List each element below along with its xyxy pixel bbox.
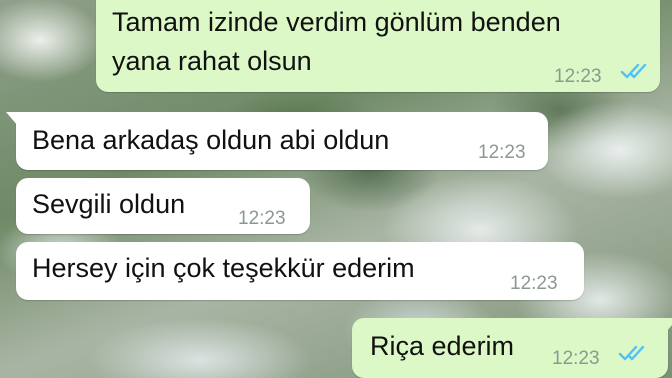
message-text: Hersey için çok teşekkür ederim (32, 253, 415, 283)
message-timestamp: 12:23 (554, 66, 602, 87)
message-bubble-incoming[interactable]: Hersey için çok teşekkür ederim 12:23 (16, 242, 584, 300)
message-bubble-outgoing[interactable]: Tamam izinde verdim gönlüm benden yana r… (96, 0, 660, 92)
message-text: Sevgili oldun (32, 189, 186, 219)
message-text: Bena arkadaş oldun abi oldun (32, 125, 390, 155)
double-check-icon (620, 63, 647, 79)
message-timestamp: 12:23 (238, 208, 286, 229)
double-check-icon (618, 345, 645, 361)
bubble-tail (666, 318, 672, 332)
message-text: yana rahat olsun (112, 46, 312, 76)
message-timestamp: 12:23 (478, 142, 526, 163)
bubble-tail (6, 112, 18, 126)
message-timestamp: 12:23 (552, 348, 600, 369)
message-bubble-incoming[interactable]: Sevgili oldun 12:23 (16, 178, 310, 234)
message-bubble-outgoing[interactable]: Riça ederim 12:23 (352, 318, 672, 378)
message-text: Riça ederim (370, 331, 515, 361)
message-bubble-incoming[interactable]: Bena arkadaş oldun abi oldun 12:23 (6, 112, 548, 170)
message-text: Tamam izinde verdim gönlüm benden (112, 7, 561, 37)
message-timestamp: 12:23 (510, 273, 558, 294)
